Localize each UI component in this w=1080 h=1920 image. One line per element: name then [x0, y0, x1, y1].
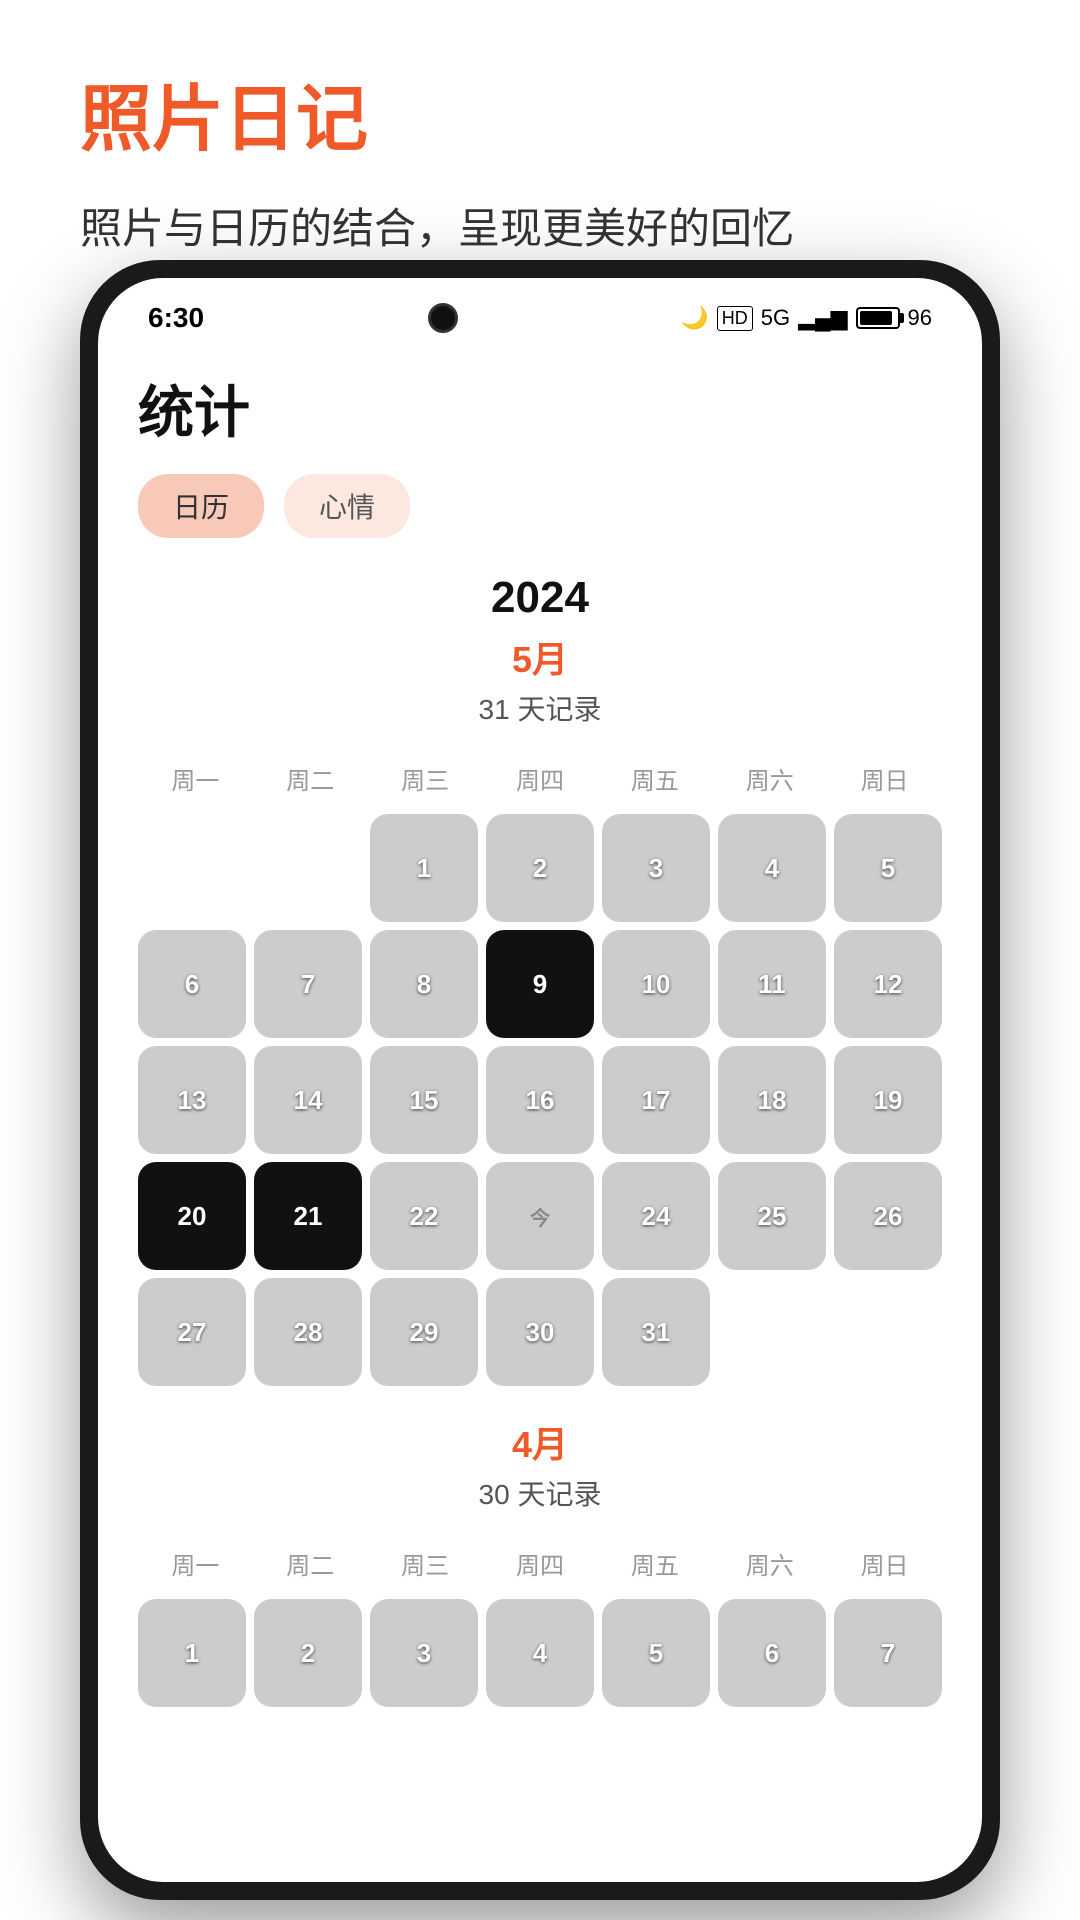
april-days-count: 30 天记录: [138, 1473, 942, 1513]
phone-frame: 6:30 🌙 HD 5G ▂▄▆ 96 统计 日历 心情 2024: [80, 260, 1000, 1900]
april-section: 4月 30 天记录 周一 周二 周三 周四 周五 周六 周日 1 2 3 4 5: [138, 1416, 942, 1707]
status-bar: 6:30 🌙 HD 5G ▂▄▆ 96: [98, 278, 982, 348]
cal-day-27[interactable]: 27: [138, 1278, 246, 1386]
cal-day-11[interactable]: 11: [718, 930, 826, 1038]
cal-day-8[interactable]: 8: [370, 930, 478, 1038]
weekday-wed: 周三: [368, 753, 483, 804]
may-section: 5月 31 天记录 周一 周二 周三 周四 周五 周六 周日 1 2: [138, 631, 942, 1386]
status-icons: 🌙 HD 5G ▂▄▆ 96: [681, 305, 932, 331]
april-label: 4月: [138, 1416, 942, 1468]
cal-day-10[interactable]: 10: [602, 930, 710, 1038]
hd-icon: HD: [717, 306, 753, 331]
cal-day-today[interactable]: 今: [486, 1162, 594, 1270]
cal-day-3[interactable]: 3: [602, 814, 710, 922]
cal-day-14[interactable]: 14: [254, 1046, 362, 1154]
may-calendar-grid: 1 2 3 4 5 6 7 8 9 10 11 12 13 14 15: [138, 814, 942, 1386]
cal-day-16[interactable]: 16: [486, 1046, 594, 1154]
empty-cell: [254, 814, 362, 922]
may-label: 5月: [138, 631, 942, 683]
app-title: 统计: [138, 368, 942, 449]
cal-day-26[interactable]: 26: [834, 1162, 942, 1270]
apr-day-2[interactable]: 2: [254, 1599, 362, 1707]
weekday-tue: 周二: [253, 753, 368, 804]
cal-day-18[interactable]: 18: [718, 1046, 826, 1154]
cal-day-20[interactable]: 20: [138, 1162, 246, 1270]
wifi-icon: ▂▄▆: [798, 305, 847, 331]
battery-icon: [856, 307, 900, 329]
cal-day-24[interactable]: 24: [602, 1162, 710, 1270]
cal-day-22[interactable]: 22: [370, 1162, 478, 1270]
cal-day-17[interactable]: 17: [602, 1046, 710, 1154]
may-weekday-header: 周一 周二 周三 周四 周五 周六 周日: [138, 753, 942, 804]
cal-day-9[interactable]: 9: [486, 930, 594, 1038]
cal-day-31[interactable]: 31: [602, 1278, 710, 1386]
weekday-fri: 周五: [597, 753, 712, 804]
apr-day-4[interactable]: 4: [486, 1599, 594, 1707]
weekday-sat: 周六: [712, 753, 827, 804]
cal-day-29[interactable]: 29: [370, 1278, 478, 1386]
camera-notch: [428, 303, 458, 333]
status-time: 6:30: [148, 302, 204, 334]
apr-day-6[interactable]: 6: [718, 1599, 826, 1707]
cal-day-28[interactable]: 28: [254, 1278, 362, 1386]
battery-level: 96: [908, 305, 932, 331]
empty-cell: [834, 1278, 942, 1386]
apr-day-3[interactable]: 3: [370, 1599, 478, 1707]
empty-cell: [718, 1278, 826, 1386]
cal-day-21[interactable]: 21: [254, 1162, 362, 1270]
filter-tabs: 日历 心情: [138, 474, 942, 538]
page-header: 照片日记 照片与日历的结合，呈现更美好的回忆: [0, 0, 1080, 276]
cal-day-2[interactable]: 2: [486, 814, 594, 922]
cal-day-30[interactable]: 30: [486, 1278, 594, 1386]
page-subtitle: 照片与日历的结合，呈现更美好的回忆: [80, 195, 1000, 256]
phone-screen: 6:30 🌙 HD 5G ▂▄▆ 96 统计 日历 心情 2024: [98, 278, 982, 1882]
year-label: 2024: [138, 573, 942, 623]
may-days-count: 31 天记录: [138, 688, 942, 728]
cal-day-15[interactable]: 15: [370, 1046, 478, 1154]
cal-day-19[interactable]: 19: [834, 1046, 942, 1154]
cal-day-4[interactable]: 4: [718, 814, 826, 922]
tab-calendar[interactable]: 日历: [138, 474, 264, 538]
april-weekday-header: 周一 周二 周三 周四 周五 周六 周日: [138, 1538, 942, 1589]
cal-day-13[interactable]: 13: [138, 1046, 246, 1154]
cal-day-6[interactable]: 6: [138, 930, 246, 1038]
cal-day-5[interactable]: 5: [834, 814, 942, 922]
apr-day-7[interactable]: 7: [834, 1599, 942, 1707]
cal-day-25[interactable]: 25: [718, 1162, 826, 1270]
apr-day-5[interactable]: 5: [602, 1599, 710, 1707]
moon-icon: 🌙: [681, 305, 708, 331]
empty-cell: [138, 814, 246, 922]
weekday-sun: 周日: [827, 753, 942, 804]
cal-day-1[interactable]: 1: [370, 814, 478, 922]
tab-mood[interactable]: 心情: [284, 474, 410, 538]
april-calendar-grid: 1 2 3 4 5 6 7: [138, 1599, 942, 1707]
weekday-mon: 周一: [138, 753, 253, 804]
app-content: 统计 日历 心情 2024 5月 31 天记录 周一 周二 周三 周四 周五 周…: [98, 348, 982, 1882]
cal-day-7[interactable]: 7: [254, 930, 362, 1038]
cal-day-12[interactable]: 12: [834, 930, 942, 1038]
page-title: 照片日记: [80, 60, 1000, 165]
apr-day-1[interactable]: 1: [138, 1599, 246, 1707]
weekday-thu: 周四: [483, 753, 598, 804]
signal-icon: 5G: [761, 305, 790, 331]
